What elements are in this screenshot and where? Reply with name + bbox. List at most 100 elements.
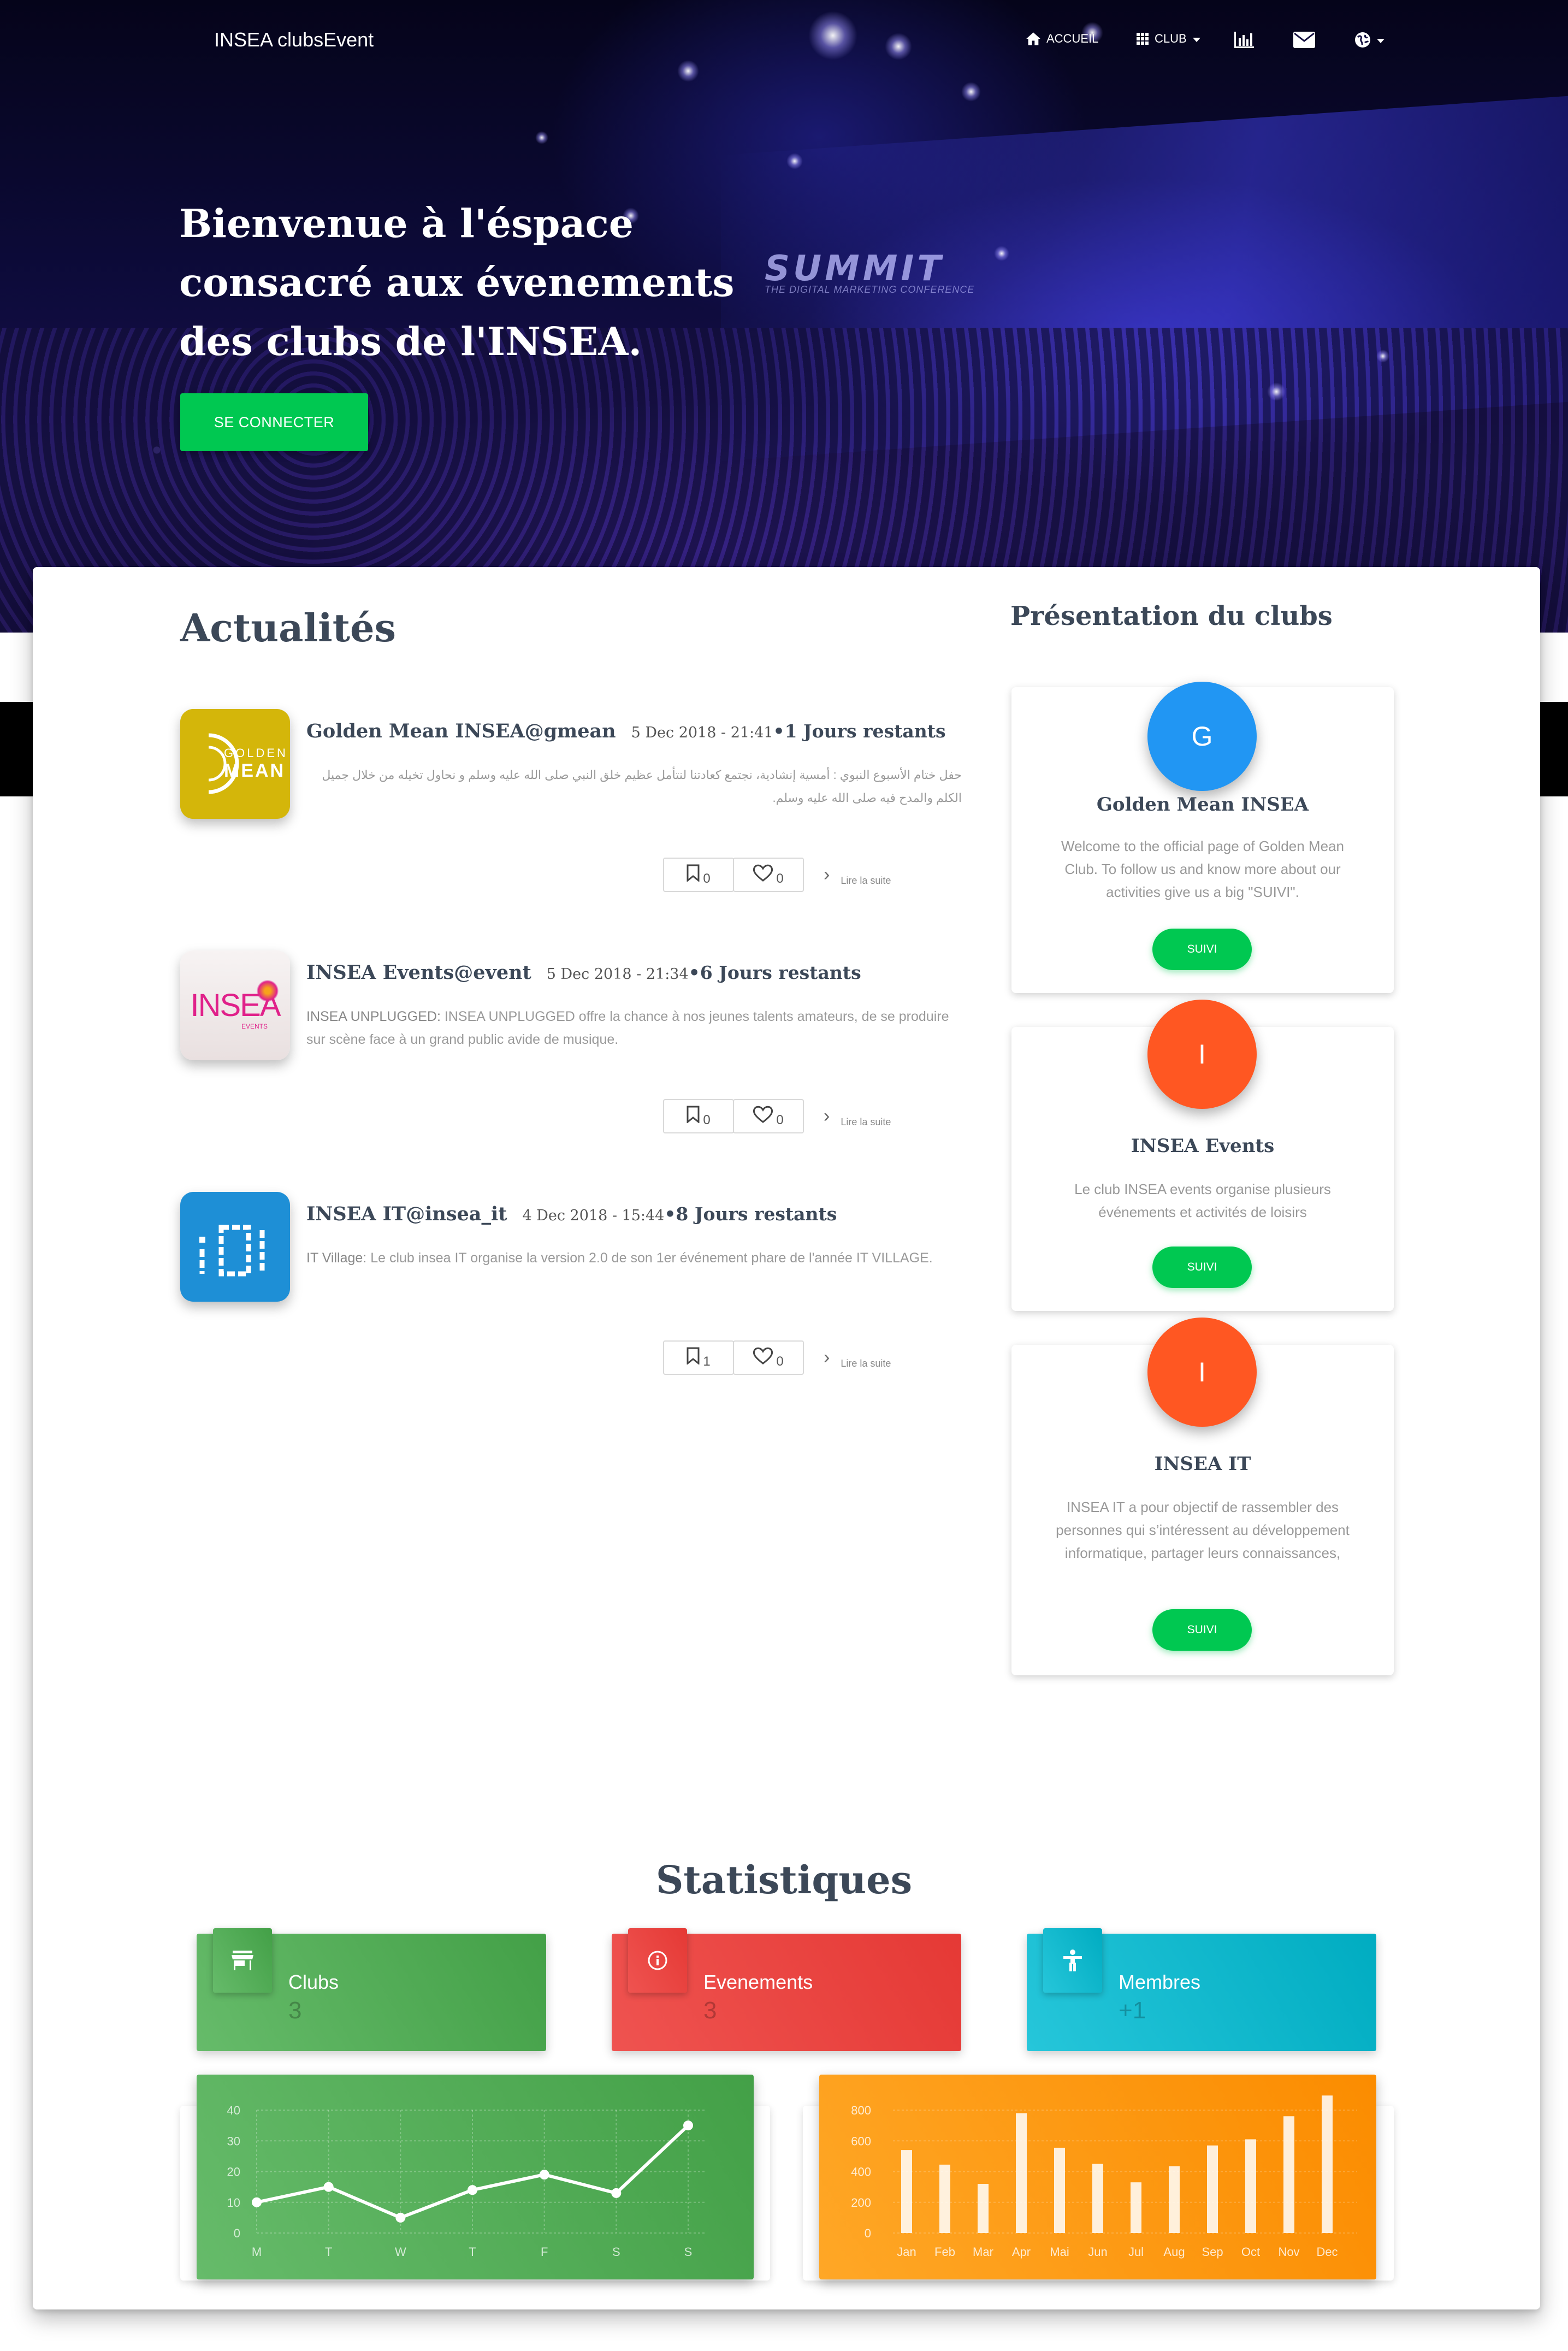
insea-it-logo[interactable] (180, 1192, 290, 1302)
club-avatar[interactable]: G (1147, 682, 1257, 791)
logo-text-bottom: MEAN (224, 760, 286, 781)
bookmark-button[interactable]: 1 (663, 1340, 734, 1375)
read-more-link[interactable]: Lire la suite (841, 875, 891, 887)
nav-club-dropdown[interactable]: CLUB (1136, 32, 1201, 46)
read-more-link[interactable]: Lire la suite (841, 1117, 891, 1128)
nav-contact[interactable] (1293, 32, 1315, 48)
bar (1016, 2113, 1027, 2233)
bar (1131, 2182, 1141, 2233)
x-tick-label: Jan (897, 2245, 916, 2259)
follow-button[interactable]: SUIVI (1152, 1609, 1252, 1651)
bookmark-button[interactable]: 0 (663, 1099, 734, 1133)
news-club-name[interactable]: Golden Mean INSEA@gmean (306, 720, 616, 742)
x-tick-label: Oct (1241, 2245, 1260, 2259)
envelope-icon (1293, 32, 1315, 48)
news-item: GOLDEN MEAN Golden Mean INSEA@gmean 5 De… (180, 709, 962, 906)
news-date: 4 Dec 2018 - 15:44 (522, 1207, 665, 1224)
data-point (323, 2182, 334, 2192)
news-item: INSEA IT@insea_it 4 Dec 2018 - 15:44 •8 … (180, 1192, 961, 1389)
bookmark-count: 1 (703, 1354, 711, 1369)
insea-events-logo[interactable]: INSEA EVENTS (180, 950, 290, 1060)
y-tick-label: 800 (851, 2104, 871, 2117)
x-tick-label: S (612, 2245, 620, 2259)
caret-down-icon (1192, 32, 1201, 46)
like-button[interactable]: 0 (733, 858, 804, 892)
chevron-right-icon[interactable]: › (824, 1347, 830, 1368)
news-description-text: Le club insea IT organise la version 2.0… (370, 1250, 933, 1266)
news-date: 5 Dec 2018 - 21:34 (546, 966, 689, 983)
read-more-link[interactable]: Lire la suite (841, 1358, 891, 1369)
x-tick-label: Dec (1316, 2245, 1338, 2259)
x-tick-label: F (541, 2245, 548, 2259)
brand-title[interactable]: INSEA clubsEvent (214, 28, 374, 51)
news-section-title: Actualités (180, 605, 396, 651)
stat-value: 3 (288, 1997, 302, 2024)
news-actions: 0 0 › Lire la suite (663, 1099, 891, 1133)
club-name[interactable]: Golden Mean INSEA (1011, 794, 1394, 816)
club-avatar[interactable]: I (1147, 1000, 1257, 1109)
news-date: 5 Dec 2018 - 21:41 (631, 724, 773, 741)
stat-value: +1 (1119, 1997, 1146, 2024)
connect-button[interactable]: SE CONNECTER (180, 393, 368, 451)
club-name[interactable]: INSEA Events (1011, 1135, 1394, 1157)
news-club-name[interactable]: INSEA Events@event (306, 961, 531, 984)
y-tick-label: 400 (851, 2165, 871, 2179)
chevron-right-icon[interactable]: › (824, 1106, 830, 1127)
x-tick-label: Mar (973, 2245, 993, 2259)
club-description: INSEA IT a pour objectif de rassembler d… (1056, 1499, 1350, 1561)
bookmark-count: 0 (703, 871, 711, 886)
nav-home-label: ACCUEIL (1046, 32, 1099, 45)
line-chart-card: 0 10 20 30 40 M T W T F S S (197, 2075, 754, 2279)
bar (939, 2164, 950, 2233)
news-description-label: INSEA UNPLUGGED: (306, 1009, 441, 1024)
x-tick-label: Nov (1278, 2245, 1299, 2259)
nav-stats[interactable] (1234, 32, 1254, 48)
bar-chart: 0 200 400 600 800 Jan Feb Mar Apr Mai Jun Jul Aug Sep… (851, 2095, 1357, 2259)
news-remaining-days: •6 Jours restants (688, 962, 861, 983)
club-name[interactable]: INSEA IT (1011, 1453, 1394, 1475)
clubs-section-title: Présentation du clubs (1010, 601, 1333, 631)
bar-chart-card: 0 200 400 600 800 Jan Feb Mar Apr Mai Jun Jul Aug Sep… (819, 2075, 1376, 2279)
club-avatar[interactable]: I (1147, 1318, 1257, 1427)
bar (1283, 2116, 1294, 2233)
summit-banner-subtitle: THE DIGITAL MARKETING CONFERENCE (765, 284, 975, 295)
bar (1169, 2166, 1180, 2233)
stage-light (1267, 382, 1286, 401)
follow-button[interactable]: SUIVI (1152, 929, 1252, 970)
stat-card-events: Evenements 3 (612, 1928, 961, 2051)
news-header: INSEA IT@insea_it 4 Dec 2018 - 15:44 •8 … (306, 1203, 962, 1225)
news-remaining-days: •1 Jours restants (773, 720, 946, 742)
news-description: حفل ختام الأسبوع النبوي : أمسية إنشادية،… (322, 768, 962, 805)
bookmark-count: 0 (703, 1112, 711, 1127)
golden-mean-logo[interactable]: GOLDEN MEAN (180, 709, 290, 819)
info-icon (628, 1928, 687, 1993)
hero-title: Bienvenue à l'éspace consacré aux évenem… (179, 200, 735, 364)
news-club-name[interactable]: INSEA IT@insea_it (306, 1203, 507, 1225)
bookmark-icon (687, 1347, 700, 1368)
nav-home[interactable]: ACCUEIL (1026, 32, 1098, 46)
flower-icon (257, 980, 279, 1002)
like-count: 0 (776, 871, 784, 886)
accessibility-icon (1043, 1928, 1102, 1993)
chevron-right-icon[interactable]: › (824, 864, 830, 885)
like-button[interactable]: 0 (733, 1099, 804, 1133)
y-tick-label: 20 (227, 2165, 240, 2179)
follow-button[interactable]: SUIVI (1152, 1247, 1252, 1288)
news-actions: 0 0 › Lire la suite (663, 858, 891, 892)
stage-light (786, 153, 803, 169)
heart-icon (753, 1347, 773, 1368)
data-point (252, 2197, 262, 2207)
stage-light (1376, 350, 1389, 363)
bookmark-button[interactable]: 0 (663, 858, 734, 892)
like-count: 0 (776, 1354, 784, 1369)
nav-language[interactable] (1354, 32, 1385, 48)
x-tick-label: Sep (1202, 2245, 1223, 2259)
like-button[interactable]: 0 (733, 1340, 804, 1375)
y-tick-label: 10 (227, 2196, 240, 2210)
news-item: INSEA EVENTS INSEA Events@event 5 Dec 20… (180, 950, 961, 1147)
club-card: I INSEA Events Le club INSEA events orga… (1011, 1000, 1394, 1311)
stats-section-title: Statistiques (655, 1857, 913, 1903)
home-icon (1026, 32, 1041, 46)
news-header: INSEA Events@event 5 Dec 2018 - 21:34 •6… (306, 961, 962, 984)
y-tick-label: 0 (865, 2226, 871, 2240)
